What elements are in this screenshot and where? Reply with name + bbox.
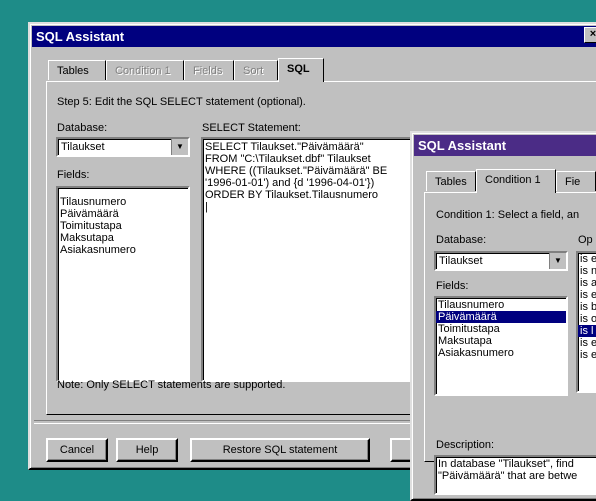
operator-item[interactable]: is e: [578, 337, 596, 349]
chevron-down-icon[interactable]: ▼: [171, 139, 188, 155]
restore-sql-button[interactable]: Restore SQL statement: [190, 438, 370, 462]
operator-item[interactable]: is b: [578, 301, 596, 313]
fields-label: Fields:: [57, 169, 90, 181]
tab-condition-1[interactable]: Condition 1: [106, 60, 184, 80]
description-text: In database "Tilaukset", find "Päivämäär…: [438, 458, 578, 482]
operator-item[interactable]: is a: [578, 277, 596, 289]
condition-title-bar[interactable]: SQL Assistant: [414, 135, 596, 156]
list-item[interactable]: Asiakasnumero: [58, 244, 188, 256]
condition-fields-list[interactable]: Tilausnumero Päivämäärä Toimitustapa Maksut…: [434, 296, 568, 396]
list-item[interactable]: Tilausnumero: [58, 196, 188, 208]
sql-statement-editor[interactable]: SELECT Tilaukset."Päivämäärä" FROM "C:\T…: [201, 137, 421, 382]
sql-text: SELECT Tilaukset."Päivämäärä" FROM "C:\T…: [205, 141, 388, 213]
step-instruction: Step 5: Edit the SQL SELECT statement (o…: [57, 96, 306, 108]
operator-list[interactable]: is e is n is a is e is b is o is l is e is e: [576, 251, 596, 393]
condition-database-value: Tilaukset: [439, 255, 483, 267]
condition-instruction: Condition 1: Select a field, an: [436, 209, 580, 221]
database-label: Database:: [57, 122, 108, 134]
operator-label: Op: [578, 234, 593, 246]
operator-item[interactable]: is e: [578, 349, 596, 361]
cancel-button[interactable]: Cancel: [46, 438, 108, 462]
list-item[interactable]: Maksutapa: [58, 232, 188, 244]
chevron-down-icon[interactable]: ▼: [549, 253, 566, 269]
list-item[interactable]: Tilausnumero: [436, 299, 566, 311]
operator-item[interactable]: is o: [578, 313, 596, 325]
main-title: SQL Assistant: [36, 29, 125, 44]
close-icon[interactable]: ×: [584, 27, 596, 43]
tab-sort[interactable]: Sort: [234, 60, 278, 80]
database-select[interactable]: Tilaukset ▼: [56, 137, 190, 157]
list-item[interactable]: Päivämäärä: [58, 208, 188, 220]
note-text: Note: Only SELECT statements are support…: [57, 379, 286, 391]
operator-item[interactable]: is l: [578, 325, 596, 337]
condition-fields-label: Fields:: [436, 280, 469, 292]
list-item[interactable]: Päivämäärä: [436, 311, 566, 323]
select-statement-label: SELECT Statement:: [202, 122, 301, 134]
list-item[interactable]: Maksutapa: [436, 335, 566, 347]
tab-condition-1-2[interactable]: Condition 1: [476, 169, 556, 193]
tab-tables-2[interactable]: Tables: [426, 171, 476, 191]
help-button[interactable]: Help: [116, 438, 178, 462]
list-item[interactable]: Toimitustapa: [58, 220, 188, 232]
condition-database-label: Database:: [436, 234, 487, 246]
list-item[interactable]: Toimitustapa: [436, 323, 566, 335]
main-title-bar[interactable]: SQL Assistant: [32, 26, 596, 47]
tab-sql[interactable]: SQL: [278, 58, 324, 82]
main-tab-strip: Tables Condition 1 Fields Sort SQL: [48, 58, 378, 82]
condition-tab-strip: Tables Condition 1 Fie: [426, 169, 596, 193]
condition-database-select[interactable]: Tilaukset ▼: [434, 251, 568, 271]
fields-list[interactable]: Tilausnumero Päivämäärä Toimitustapa Maksut…: [56, 186, 190, 382]
condition-title: SQL Assistant: [418, 138, 507, 153]
tab-tables[interactable]: Tables: [48, 60, 106, 80]
list-item[interactable]: Asiakasnumero: [436, 347, 566, 359]
database-value: Tilaukset: [61, 141, 105, 153]
condition-dialog: SQL Assistant Tables Condition 1 Fie Con…: [410, 131, 596, 501]
description-box: In database "Tilaukset", find "Päivämäär…: [434, 455, 596, 495]
tab-fields-2[interactable]: Fie: [556, 171, 596, 191]
operator-item[interactable]: is e: [578, 289, 596, 301]
operator-item[interactable]: is e: [578, 253, 596, 265]
operator-item[interactable]: is n: [578, 265, 596, 277]
tab-fields[interactable]: Fields: [184, 60, 234, 80]
description-label: Description:: [436, 439, 495, 451]
